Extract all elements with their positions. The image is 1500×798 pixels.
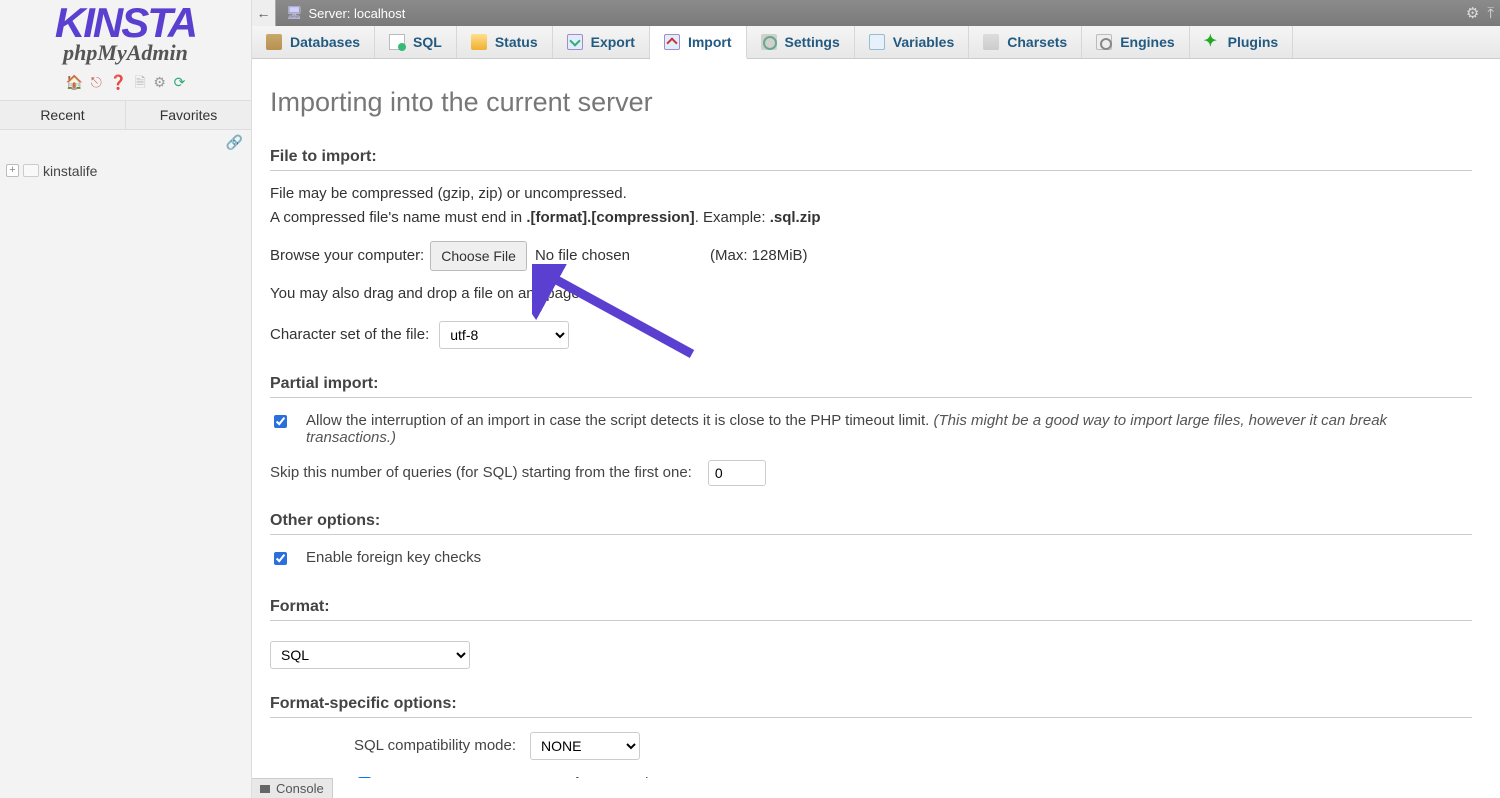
allow-interrupt-label: Allow the interruption of an import in c… (306, 412, 929, 429)
heading-partial-import: Partial import: (270, 375, 1472, 398)
logo: KINSTA phpMyAdmin (0, 0, 251, 66)
tab-charsets[interactable]: Charsets (969, 26, 1082, 58)
foreign-key-label: Enable foreign key checks (306, 549, 481, 566)
tab-settings-label: Settings (785, 34, 840, 50)
docs-icon[interactable]: 🗎 (135, 74, 146, 90)
charset-label: Character set of the file: (270, 324, 429, 346)
foreign-key-checkbox[interactable] (274, 552, 287, 565)
tab-import-label: Import (688, 34, 732, 50)
page-title: Importing into the current server (270, 87, 1472, 118)
back-button[interactable]: ← (252, 0, 276, 26)
import-icon (664, 34, 680, 50)
tab-import[interactable]: Import (650, 26, 747, 59)
sql-compat-select[interactable]: NONE (530, 732, 640, 760)
tab-sql-label: SQL (413, 34, 442, 50)
tab-variables-label: Variables (893, 34, 955, 50)
link-icon[interactable]: 🔗 (0, 130, 251, 153)
sql-compat-label: SQL compatibility mode: (354, 737, 516, 754)
max-size-label: (Max: 128MiB) (710, 245, 808, 267)
charsets-icon (983, 34, 999, 50)
database-icon (23, 164, 39, 177)
status-icon (471, 34, 487, 50)
skip-queries-label: Skip this number of queries (for SQL) st… (270, 464, 692, 481)
database-name: kinstalife (43, 163, 97, 179)
choose-file-button[interactable]: Choose File (430, 241, 527, 271)
heading-format-specific: Format-specific options: (270, 695, 1472, 718)
page-settings-icon[interactable]: ⚙ (1466, 4, 1479, 22)
tab-engines[interactable]: Engines (1082, 26, 1189, 58)
console-toggle[interactable]: Console (252, 778, 333, 798)
db-tree-item[interactable]: + kinstalife (0, 153, 251, 189)
tab-status-label: Status (495, 34, 538, 50)
content: Importing into the current server File t… (252, 59, 1500, 778)
section-format: Format: SQL (270, 598, 1472, 669)
home-icon[interactable]: 🏠 (66, 74, 83, 90)
no-autoincrement-label: Do not use AUTO_INCREMENT for zero value… (388, 775, 673, 778)
tab-status[interactable]: Status (457, 26, 553, 58)
tab-sql[interactable]: SQL (375, 26, 457, 58)
sql-icon (389, 34, 405, 50)
server-icon: 🖥 (286, 5, 303, 21)
console-icon (260, 785, 270, 793)
heading-file-to-import: File to import: (270, 148, 1472, 171)
sidebar: KINSTA phpMyAdmin 🏠 ⎋ ❓ 🗎 ⚙ ⟳ Recent Fav… (0, 0, 252, 798)
reload-icon[interactable]: ⟳ (174, 74, 186, 90)
expand-icon[interactable]: + (6, 164, 19, 177)
tab-export[interactable]: Export (553, 26, 650, 58)
variables-icon (869, 34, 885, 50)
top-tabs: Databases SQL Status Export Import Setti… (252, 26, 1500, 59)
engines-icon (1096, 34, 1112, 50)
format-select[interactable]: SQL (270, 641, 470, 669)
compress-note-2: A compressed file's name must end in .[f… (270, 207, 1472, 229)
compress-note-1: File may be compressed (gzip, zip) or un… (270, 183, 1472, 205)
sidebar-tabs: Recent Favorites (0, 100, 251, 130)
tab-export-label: Export (591, 34, 635, 50)
sidebar-quick-icons: 🏠 ⎋ ❓ 🗎 ⚙ ⟳ (0, 66, 251, 100)
tab-databases[interactable]: Databases (252, 26, 375, 58)
tab-favorites[interactable]: Favorites (125, 101, 251, 129)
settings-icon (761, 34, 777, 50)
section-format-specific: Format-specific options: SQL compatibili… (270, 695, 1472, 778)
logo-phpmyadmin: phpMyAdmin (0, 40, 251, 66)
tab-plugins-label: Plugins (1228, 34, 1279, 50)
tab-databases-label: Databases (290, 34, 360, 50)
tab-settings[interactable]: Settings (747, 26, 855, 58)
charset-select[interactable]: utf-8 (439, 321, 569, 349)
databases-icon (266, 34, 282, 50)
tab-recent[interactable]: Recent (0, 101, 125, 129)
section-file-to-import: File to import: File may be compressed (… (270, 148, 1472, 349)
tab-plugins[interactable]: ✦ Plugins (1190, 26, 1294, 58)
main: ← 🖥 Server: localhost ⚙ ⤒ Databases SQL … (252, 0, 1500, 798)
collapse-icon[interactable]: ⤒ (1487, 5, 1494, 22)
logo-kinsta: KINSTA (0, 4, 251, 42)
section-partial-import: Partial import: Allow the interruption o… (270, 375, 1472, 486)
heading-other-options: Other options: (270, 512, 1472, 535)
drag-drop-note: You may also drag and drop a file on any… (270, 283, 1472, 305)
no-file-label: No file chosen (535, 245, 630, 267)
help-icon[interactable]: ❓ (109, 74, 126, 90)
titlebar: ← 🖥 Server: localhost ⚙ ⤒ (252, 0, 1500, 26)
heading-format: Format: (270, 598, 1472, 621)
browse-label: Browse your computer: (270, 245, 424, 267)
tab-engines-label: Engines (1120, 34, 1174, 50)
settings-gear-icon[interactable]: ⚙ (153, 74, 166, 90)
skip-queries-input[interactable] (708, 460, 766, 486)
tab-variables[interactable]: Variables (855, 26, 970, 58)
exit-icon[interactable]: ⎋ (91, 74, 102, 90)
no-autoincrement-checkbox[interactable] (358, 777, 371, 778)
console-label: Console (276, 781, 324, 796)
section-other-options: Other options: Enable foreign key checks (270, 512, 1472, 572)
server-label: Server: localhost (309, 6, 406, 21)
tab-charsets-label: Charsets (1007, 34, 1067, 50)
plugins-icon: ✦ (1204, 34, 1220, 50)
allow-interrupt-checkbox[interactable] (274, 415, 287, 428)
export-icon (567, 34, 583, 50)
